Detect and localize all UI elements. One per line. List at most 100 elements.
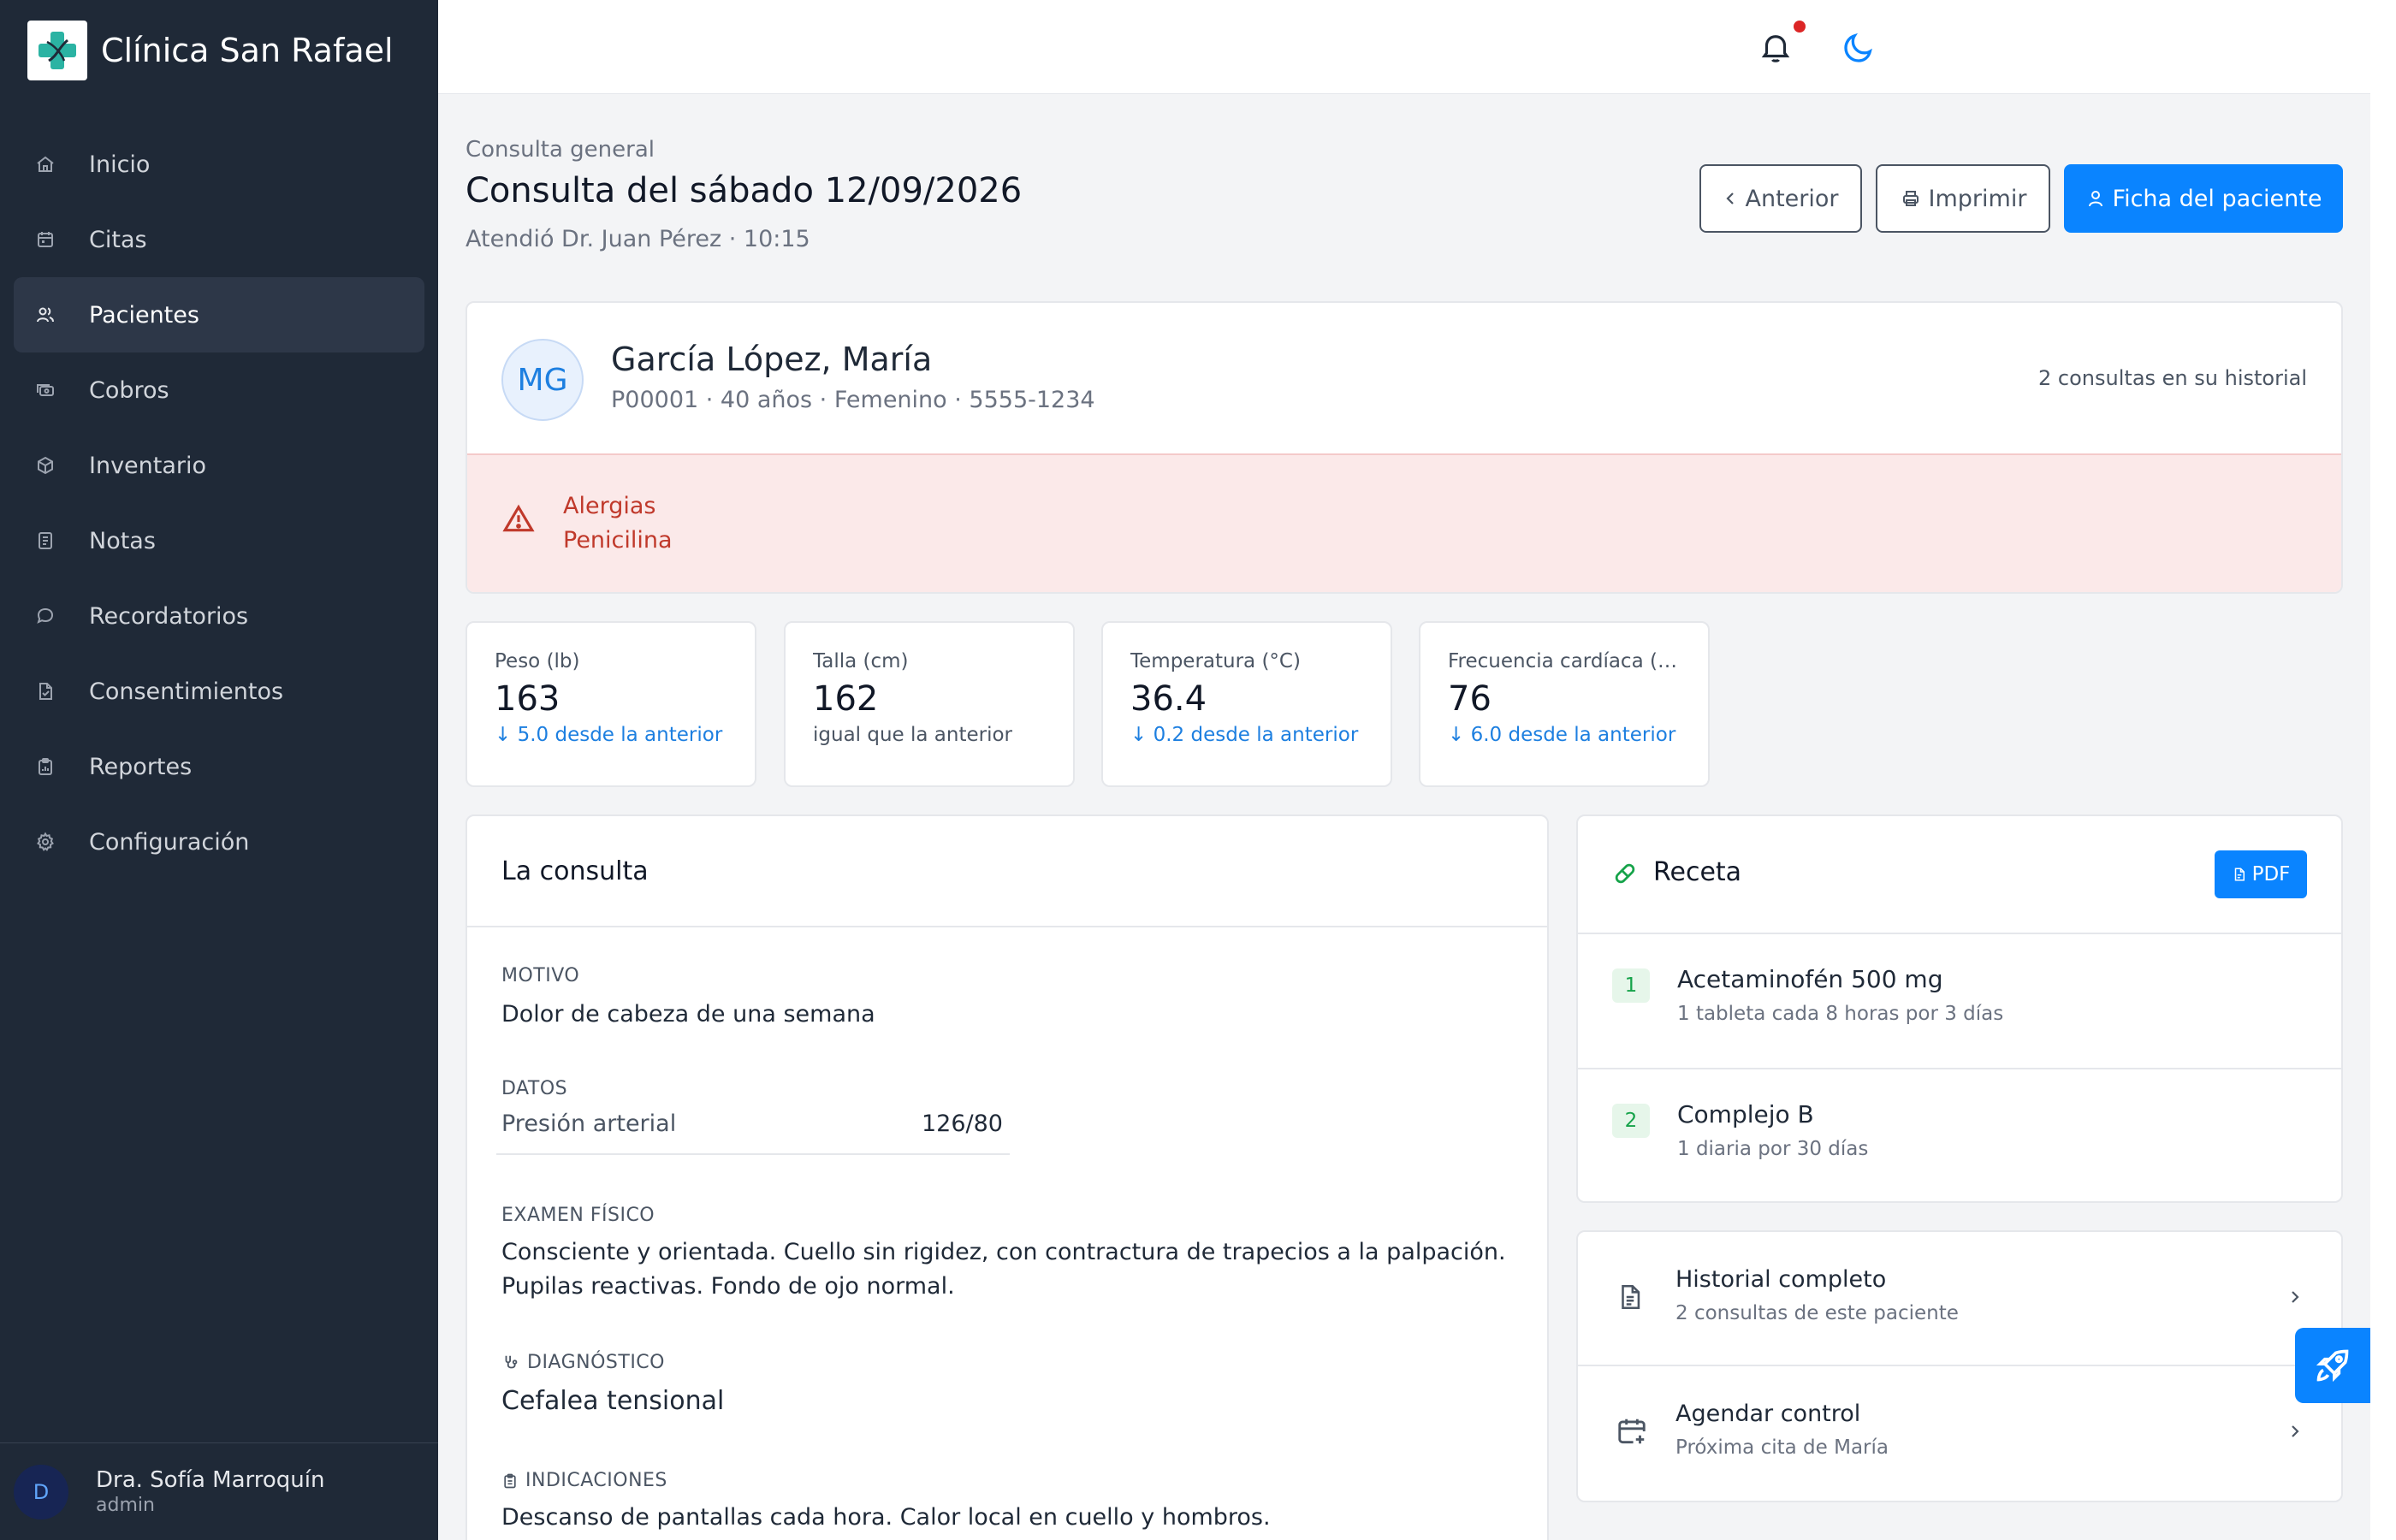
chevron-right-icon [2286,1285,2304,1312]
prescription-item-number: 2 [1612,1104,1650,1138]
prescription-item-dose: 1 tableta cada 8 horas por 3 días [1677,1003,2004,1025]
examen-text: Consciente y orientada. Cuello sin rigid… [501,1239,1506,1300]
prescription-item: 2 Complejo B 1 diaria por 30 días [1578,1069,2341,1201]
file-check-icon [34,680,56,702]
patient-history-count: 2 consultas en su historial [2038,366,2307,390]
sidebar-item-inicio[interactable]: Inicio [14,127,424,202]
vital-card-heart-rate: Frecuencia cardíaca (lpm) 76 ↓ 6.0 desde… [1419,621,1710,787]
vital-delta: igual que la anterior [813,724,1013,746]
data-key: Presión arterial [501,1111,677,1137]
sidebar-item-consentimientos[interactable]: Consentimientos [14,654,424,729]
pill-icon [1612,861,1638,890]
motivo-label: MOTIVO [501,965,580,986]
vital-value: 36.4 [1130,679,1207,719]
print-button[interactable]: Imprimir [1876,164,2050,233]
patient-file-button-label: Ficha del paciente [2112,185,2322,212]
file-pdf-icon [2234,868,2245,881]
link-title: Agendar control [1675,1401,1861,1427]
consultation-title: La consulta [467,816,1547,927]
rocket-icon [2316,1349,2349,1383]
vital-card-weight: Peso (lb) 163 ↓ 5.0 desde la anterior [466,621,756,787]
document-icon [1616,1280,1645,1318]
sidebar-item-label: Recordatorios [89,602,249,630]
calendar-plus-icon [1616,1414,1648,1452]
datos-label: DATOS [501,1078,568,1099]
data-row-blood-pressure: Presión arterial 126/80 [496,1107,1010,1155]
patient-file-button[interactable]: Ficha del paciente [2064,164,2343,233]
user-icon [2088,191,2102,207]
chat-icon [34,605,56,627]
attended-by: Atendió Dr. Juan Pérez · 10:15 [466,226,810,252]
brand[interactable]: Clínica San Rafael [27,21,394,80]
user-name: Dra. Sofía Marroquín [96,1467,325,1493]
examen-label: EXAMEN FÍSICO [501,1205,655,1226]
sidebar-item-label: Citas [89,226,147,253]
indicaciones-label: INDICACIONES [525,1470,667,1491]
previous-button[interactable]: Anterior [1699,164,1862,233]
previous-button-label: Anterior [1745,185,1839,212]
page-title: Consulta del sábado 12/09/2026 [466,171,1023,210]
avatar: D [14,1464,68,1519]
sidebar-item-label: Pacientes [89,301,199,329]
floating-action-button[interactable] [2295,1328,2370,1403]
user-role: admin [96,1495,155,1516]
clinic-logo-icon [27,21,87,80]
prescription-item-name: Complejo B [1677,1100,1814,1128]
sidebar-item-label: Inicio [89,151,151,178]
stethoscope-icon [505,1355,518,1368]
prescription-header: Receta PDF [1578,816,2341,934]
pdf-button[interactable]: PDF [2215,850,2307,898]
link-subtitle: 2 consultas de este paciente [1675,1302,1959,1324]
data-value: 126/80 [922,1111,1003,1137]
vital-value: 76 [1448,679,1492,719]
chevron-right-icon [2286,1419,2304,1447]
prescription-item-number: 1 [1612,968,1650,1003]
vital-value: 162 [813,679,879,719]
home-icon [34,153,56,175]
vital-delta: ↓ 0.2 desde la anterior [1130,724,1359,746]
notifications-bell-icon[interactable] [1758,29,1794,65]
sidebar-item-label: Reportes [89,753,193,780]
consultation-card: La consulta MOTIVO Dolor de cabeza de un… [466,814,1549,1540]
cash-icon [34,379,56,401]
chevron-left-icon [1726,192,1735,204]
notes-icon [34,530,56,552]
quick-links-card: Historial completo 2 consultas de este p… [1576,1230,2343,1502]
prescription-item-dose: 1 diaria por 30 días [1677,1138,1869,1160]
sidebar-item-label: Notas [89,527,156,554]
clipboard-icon [34,755,56,778]
allergies-list: Penicilina [563,527,673,554]
sidebar-item-label: Configuración [89,828,250,856]
patient-name: García López, María [611,341,933,378]
sidebar-item-reportes[interactable]: Reportes [14,729,424,804]
sidebar-nav: Inicio Citas Pacientes Cobros Inventario [14,127,424,880]
diagnostico-label-wrap: DIAGNÓSTICO [501,1352,665,1373]
vital-label: Frecuencia cardíaca (lpm) [1448,650,1681,672]
diagnostico-label: DIAGNÓSTICO [527,1352,665,1373]
clinic-name: Clínica San Rafael [101,32,394,69]
full-history-link[interactable]: Historial completo 2 consultas de este p… [1578,1232,2341,1366]
vital-label: Temperatura (°C) [1130,650,1301,672]
prescription-card: Receta PDF 1 Acetaminofén 500 mg 1 table… [1576,814,2343,1203]
patient-avatar: MG [501,339,584,421]
link-title: Historial completo [1675,1266,1887,1293]
schedule-control-link[interactable]: Agendar control Próxima cita de María [1578,1366,2341,1501]
sidebar-item-cobros[interactable]: Cobros [14,352,424,428]
allergy-alert: Alergias Penicilina [467,453,2341,592]
vital-delta: ↓ 5.0 desde la anterior [495,724,723,746]
sidebar-item-pacientes[interactable]: Pacientes [14,277,424,352]
patient-meta: P00001 · 40 años · Femenino · 5555-1234 [611,387,1095,413]
sidebar-item-label: Inventario [89,452,207,479]
sidebar-item-citas[interactable]: Citas [14,202,424,277]
sidebar-item-inventario[interactable]: Inventario [14,428,424,503]
sidebar-item-label: Consentimientos [89,678,284,705]
sidebar-item-configuracion[interactable]: Configuración [14,804,424,880]
dark-mode-moon-icon[interactable] [1841,31,1876,65]
sidebar-item-notas[interactable]: Notas [14,503,424,578]
users-icon [34,304,56,326]
allergies-title: Alergias [563,493,656,519]
current-user[interactable]: D Dra. Sofía Marroquín admin [0,1442,438,1540]
sidebar-item-recordatorios[interactable]: Recordatorios [14,578,424,654]
calendar-icon [34,228,56,251]
gear-icon [34,831,56,853]
